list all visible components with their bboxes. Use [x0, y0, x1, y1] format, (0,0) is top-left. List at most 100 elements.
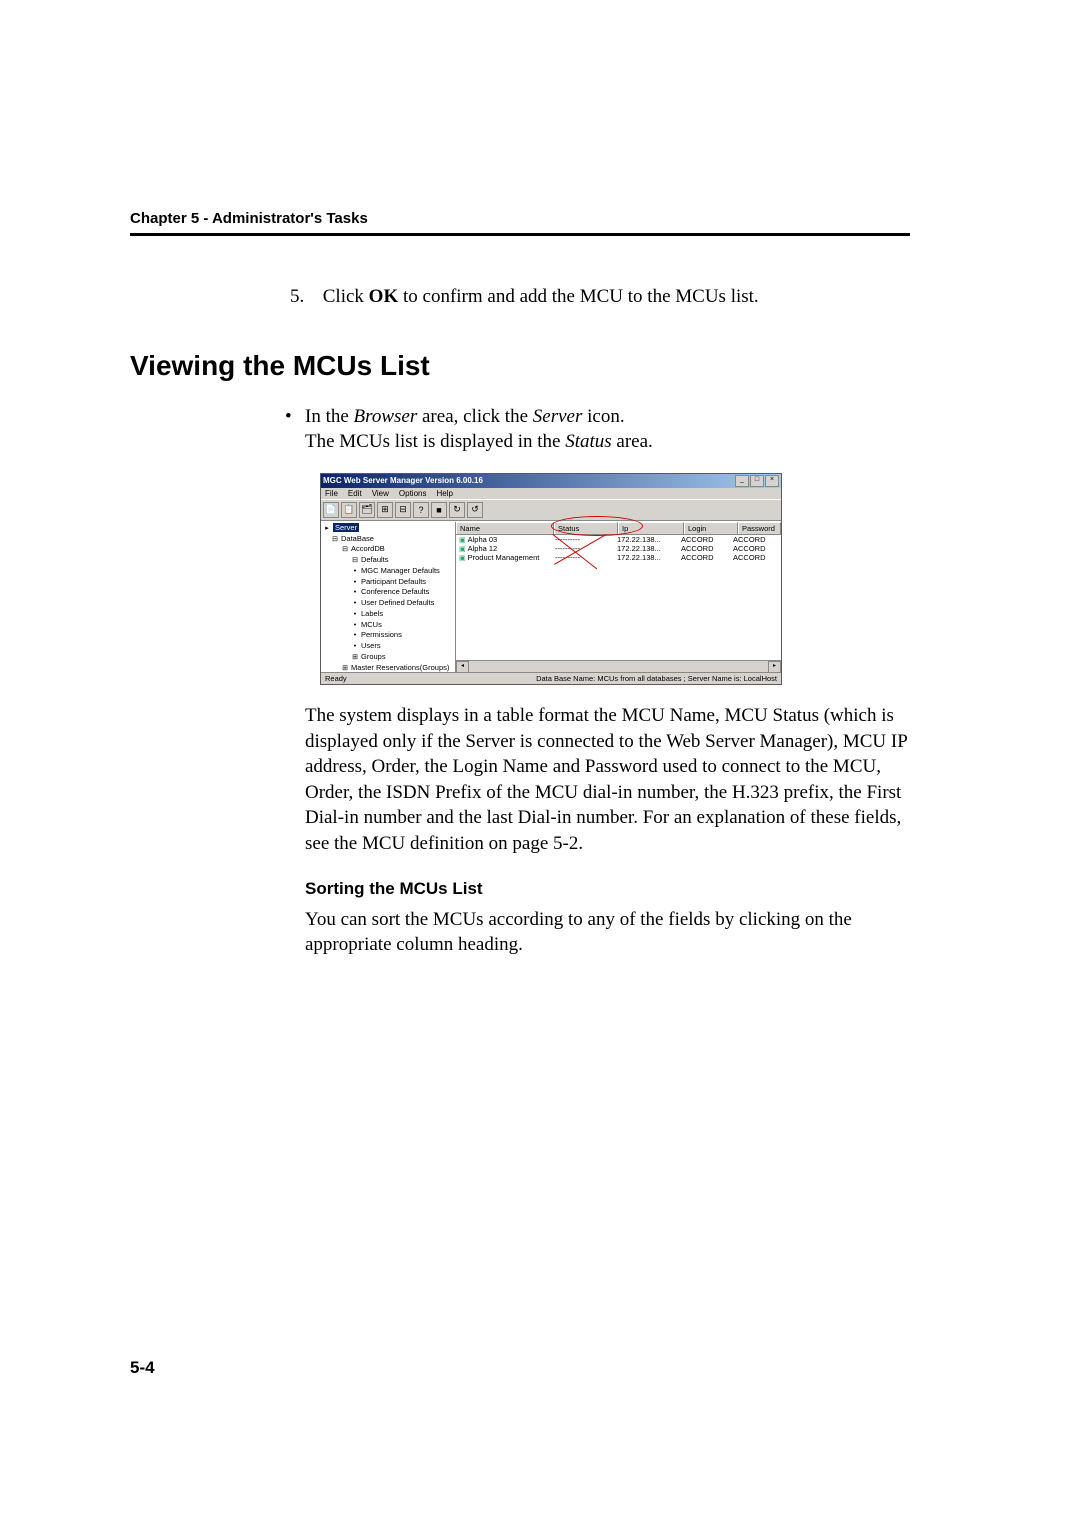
tree-item-label: Defaults — [361, 555, 389, 564]
toolbar-button[interactable]: ? — [413, 502, 429, 518]
cell-name: ▣Alpha 03 — [456, 535, 552, 544]
t: Status — [565, 431, 611, 452]
tree-node-icon: • — [351, 600, 359, 609]
paragraph-sorting: You can sort the MCUs according to any o… — [305, 907, 910, 958]
tree-item[interactable]: •MCUs — [323, 620, 453, 631]
menu-edit[interactable]: Edit — [348, 489, 362, 498]
toolbar-button[interactable]: 🗂 — [359, 502, 375, 518]
toolbar-button[interactable]: ↺ — [467, 502, 483, 518]
toolbar-button[interactable]: ⊟ — [395, 502, 411, 518]
step-5: 5. Click OK to confirm and add the MCU t… — [290, 284, 910, 310]
column-login[interactable]: Login — [684, 522, 738, 534]
close-button[interactable]: × — [765, 475, 779, 487]
tree-item[interactable]: ⊟DataBase — [323, 534, 453, 545]
window-title: MGC Web Server Manager Version 6.00.16 — [323, 476, 483, 485]
tree-item[interactable]: •Permissions — [323, 630, 453, 641]
tree-item[interactable]: •MGC Manager Defaults — [323, 566, 453, 577]
table-row[interactable]: ▣Alpha 12----------172.22.138...ACCORDAC… — [456, 544, 781, 553]
toolbar-button[interactable]: ↻ — [449, 502, 465, 518]
tree-item[interactable]: •Participant Defaults — [323, 577, 453, 588]
cell-status: ---------- — [552, 553, 614, 562]
tree-node-icon: • — [351, 643, 359, 652]
column-status[interactable]: Status — [554, 522, 618, 534]
tree-root-server[interactable]: Server — [333, 523, 359, 532]
toolbar-button[interactable]: ⊞ — [377, 502, 393, 518]
t: The MCUs list is displayed in the — [305, 431, 565, 452]
tree-item-label: User Defined Defaults — [361, 598, 434, 607]
menu-options[interactable]: Options — [399, 489, 427, 498]
tree-node-icon: • — [351, 611, 359, 620]
header-rule — [130, 233, 910, 236]
cell-status: ---------- — [552, 544, 614, 553]
minimize-button[interactable]: _ — [735, 475, 749, 487]
cell-name: ▣Alpha 12 — [456, 544, 552, 553]
column-name[interactable]: Name — [456, 522, 554, 534]
cell-status: ---------- — [552, 535, 614, 544]
tree-item-label: Groups — [361, 652, 386, 661]
tree-node-icon: ⊟ — [341, 546, 349, 555]
status-list-pane: Name Status Ip Login Password ▣Alpha 03-… — [456, 522, 781, 672]
tree-item[interactable]: •User Defined Defaults — [323, 598, 453, 609]
screenshot-app-window: MGC Web Server Manager Version 6.00.16 _… — [320, 473, 782, 685]
cell-password: ACCORD — [730, 544, 781, 553]
maximize-button[interactable]: □ — [750, 475, 764, 487]
step-text-bold: OK — [369, 286, 399, 307]
tree-item-label: Participant Defaults — [361, 577, 426, 586]
table-row[interactable]: ▣Alpha 03----------172.22.138...ACCORDAC… — [456, 535, 781, 544]
t: Browser — [354, 406, 418, 427]
cell-password: ACCORD — [730, 535, 781, 544]
toolbar: 📄 📋 🗂 ⊞ ⊟ ? ■ ↻ ↺ — [321, 499, 781, 521]
tree-item[interactable]: •Conference Defaults — [323, 587, 453, 598]
menu-help[interactable]: Help — [436, 489, 452, 498]
scroll-left-icon[interactable]: ◂ — [456, 661, 469, 672]
tree-item-label: MCUs — [361, 620, 382, 629]
tree-item-label: Master Reservations(Groups) — [351, 663, 449, 672]
column-ip[interactable]: Ip — [618, 522, 684, 534]
column-password[interactable]: Password — [738, 522, 781, 534]
cell-ip: 172.22.138... — [614, 544, 678, 553]
tree-item[interactable]: •Users — [323, 641, 453, 652]
tree-item[interactable]: ⊞Groups — [323, 652, 453, 663]
toolbar-button[interactable]: ■ — [431, 502, 447, 518]
cell-password: ACCORD — [730, 553, 781, 562]
cell-ip: 172.22.138... — [614, 553, 678, 562]
tree-item[interactable]: ⊟Defaults — [323, 555, 453, 566]
scroll-right-icon[interactable]: ▸ — [768, 661, 781, 672]
tree-node-icon: • — [351, 589, 359, 598]
tree-item-label: MGC Manager Defaults — [361, 566, 440, 575]
tree-item[interactable]: ⊟AccordDB — [323, 544, 453, 555]
tree-item[interactable]: •Labels — [323, 609, 453, 620]
step-number: 5. — [290, 284, 318, 310]
browser-tree-pane[interactable]: ▸Server ⊟DataBase⊟AccordDB⊟Defaults•MGC … — [321, 522, 456, 672]
tree-node-icon: • — [351, 579, 359, 588]
table-row[interactable]: ▣Product Management----------172.22.138.… — [456, 553, 781, 562]
page-number: 5-4 — [130, 1358, 155, 1378]
chapter-header: Chapter 5 - Administrator's Tasks — [130, 210, 910, 227]
tree-item[interactable]: ⊞Master Reservations(Groups) — [323, 663, 453, 672]
toolbar-button[interactable]: 📋 — [341, 502, 357, 518]
cell-ip: 172.22.138... — [614, 535, 678, 544]
t: area. — [612, 431, 653, 452]
bullet-instruction: In the Browser area, click the Server ic… — [305, 404, 910, 455]
window-titlebar: MGC Web Server Manager Version 6.00.16 _… — [321, 474, 781, 488]
cell-name: ▣Product Management — [456, 553, 552, 562]
t: In the — [305, 406, 354, 427]
menu-file[interactable]: File — [325, 489, 338, 498]
menu-view[interactable]: View — [372, 489, 389, 498]
tree-item-label: AccordDB — [351, 544, 385, 553]
tree-node-icon: ⊟ — [331, 536, 339, 545]
server-icon: ▸ — [323, 525, 331, 534]
status-right: Data Base Name: MCUs from all databases … — [536, 674, 777, 683]
mcu-icon: ▣ — [459, 546, 466, 553]
toolbar-button[interactable]: 📄 — [323, 502, 339, 518]
horizontal-scrollbar[interactable]: ◂ ▸ — [456, 660, 781, 672]
t: area, click the — [417, 406, 533, 427]
section-title: Viewing the MCUs List — [130, 350, 910, 382]
mcu-icon: ▣ — [459, 555, 466, 562]
step-text-pre: Click — [323, 286, 369, 307]
tree-node-icon: • — [351, 622, 359, 631]
cell-login: ACCORD — [678, 544, 730, 553]
tree-item-label: Conference Defaults — [361, 587, 429, 596]
tree-item-label: Labels — [361, 609, 383, 618]
t: icon. — [582, 406, 624, 427]
